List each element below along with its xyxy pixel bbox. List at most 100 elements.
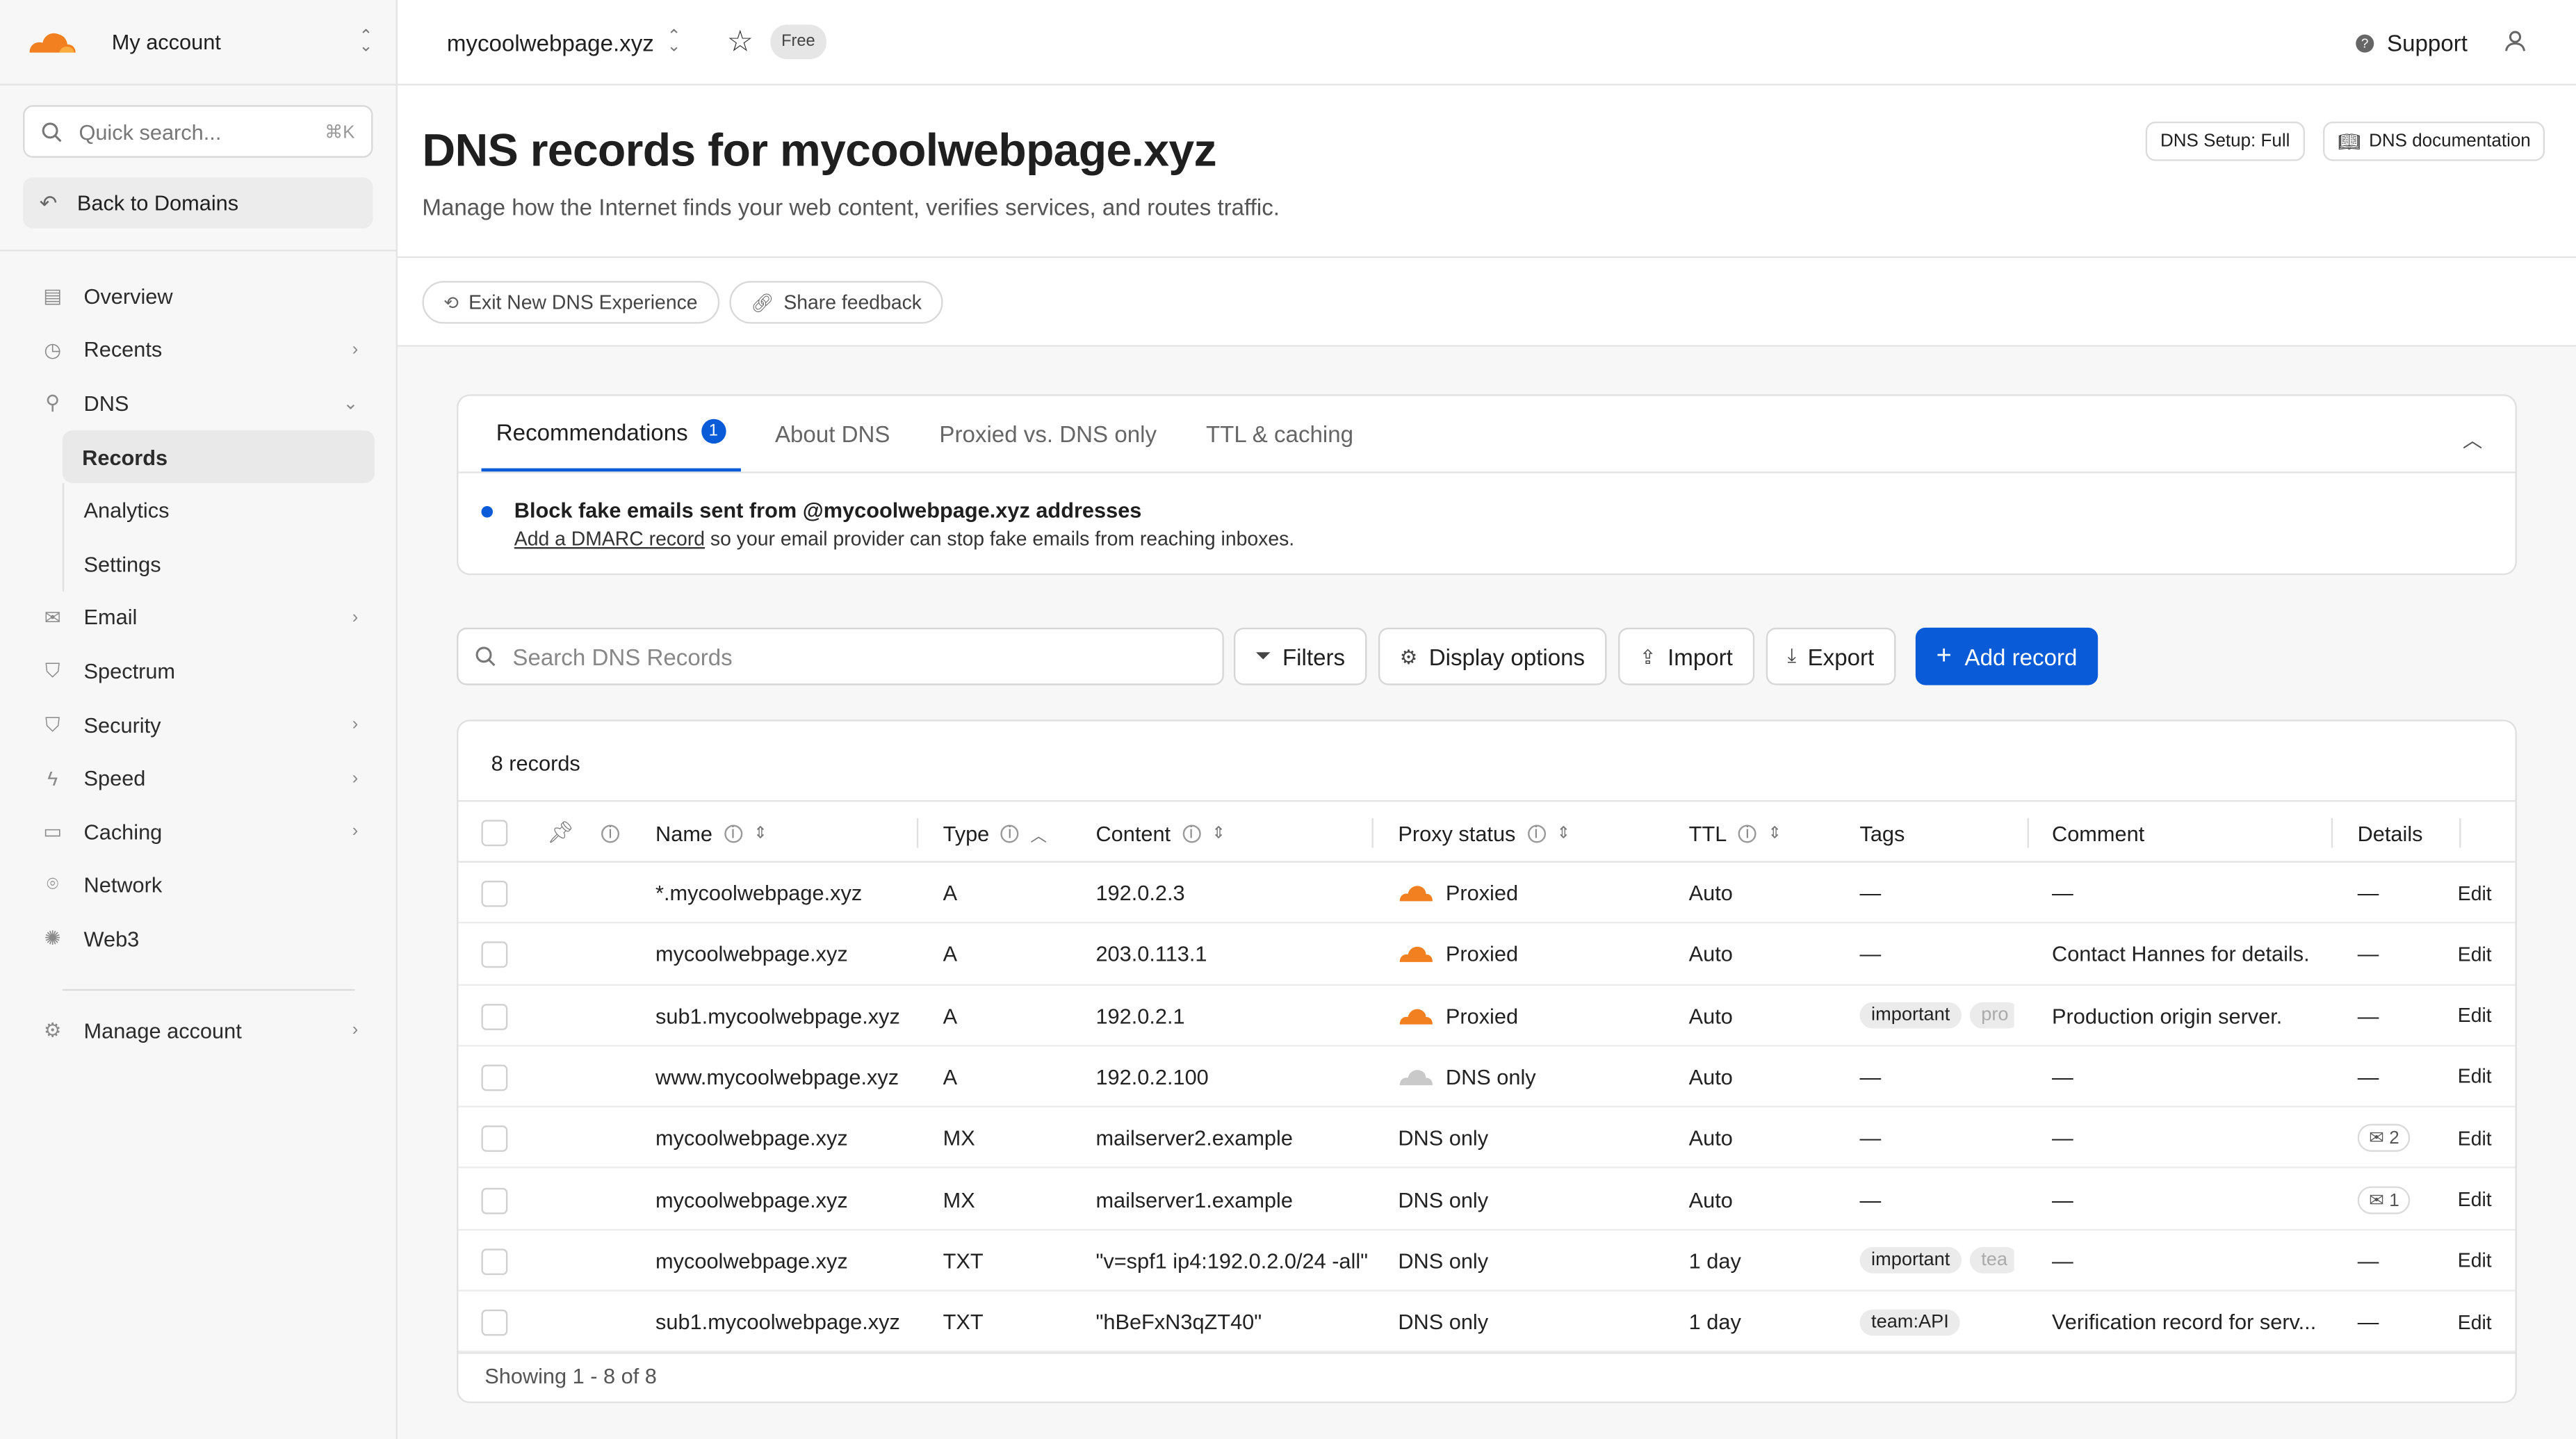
support-link[interactable]: ? Support [2356, 0, 2468, 86]
tag-chip[interactable]: important [1859, 1247, 1962, 1274]
sidebar-item-security[interactable]: ⛉ Security › [23, 698, 375, 751]
cloud-icon [1399, 886, 1433, 902]
chevron-right-icon: › [352, 608, 359, 628]
dns-search-input[interactable]: Search DNS Records [457, 627, 1224, 685]
table-row[interactable]: www.mycoolwebpage.xyz A 192.0.2.100 DNS onl… [458, 1046, 2516, 1108]
record-name: mycoolwebpage.xyz [655, 941, 848, 967]
tag-chip[interactable]: tea [1969, 1247, 2014, 1274]
row-checkbox[interactable] [481, 1309, 508, 1336]
add-record-button[interactable]: + Add record [1915, 627, 2098, 685]
info-icon[interactable]: i [601, 824, 620, 843]
sidebar-item-recents[interactable]: ◷ Recents › [23, 323, 375, 377]
gear-icon: ⚙ [1399, 644, 1418, 668]
record-tags: — [1859, 1107, 2014, 1168]
record-content: 192.0.2.1 [1095, 1003, 1185, 1028]
display-options-button[interactable]: ⚙ Display options [1378, 627, 1606, 685]
sidebar-item-caching[interactable]: ▭ Caching › [23, 805, 375, 859]
sidebar-item-speed[interactable]: ϟ Speed › [23, 751, 375, 805]
info-icon[interactable]: i [1182, 824, 1200, 843]
row-checkbox[interactable] [481, 1003, 508, 1030]
row-checkbox[interactable] [481, 1248, 508, 1275]
table-row[interactable]: *.mycoolwebpage.xyz A 192.0.2.3 Proxied Auto… [458, 863, 2516, 924]
sidebar-item-dns[interactable]: ⚲ DNS ⌄ [23, 377, 375, 430]
header-name[interactable]: Name i ⇕ [655, 802, 767, 864]
tab-ttl-caching[interactable]: TTL & caching [1191, 394, 1369, 471]
filters-button[interactable]: ⏷ Filters [1233, 627, 1367, 685]
record-name: sub1.mycoolwebpage.xyz [655, 1003, 900, 1028]
sort-icon[interactable]: ⇕ [1556, 824, 1570, 842]
user-icon[interactable] [2504, 30, 2527, 53]
chevron-updown-icon[interactable]: ⌃ ⌄ [667, 28, 681, 54]
table-row[interactable]: sub1.mycoolwebpage.xyz TXT "hBeFxN3qZT40" D… [458, 1292, 2516, 1353]
details-badge[interactable]: ✉︎ 2 [2357, 1124, 2411, 1153]
sidebar-item-overview[interactable]: ▤ Overview [23, 270, 375, 323]
export-button[interactable]: ⤓ Export [1766, 627, 1896, 685]
sort-ascending-icon[interactable]: ︿ [1030, 821, 1047, 845]
info-icon[interactable]: i [724, 824, 742, 843]
table-row[interactable]: mycoolwebpage.xyz MX mailserver2.example DN… [458, 1107, 2516, 1169]
back-to-domains-button[interactable]: ↶ Back to Domains [23, 177, 373, 229]
add-dmarc-link[interactable]: Add a DMARC record [514, 528, 705, 551]
info-icon[interactable]: i [1738, 824, 1756, 843]
row-checkbox[interactable] [481, 1064, 508, 1091]
edit-button[interactable]: Edit [2458, 1292, 2507, 1352]
sort-icon[interactable]: ⇕ [1768, 824, 1782, 842]
sidebar-item-label: Web3 [83, 926, 140, 952]
row-checkbox[interactable] [481, 1125, 508, 1153]
tag-chip[interactable]: important [1859, 1002, 1962, 1029]
row-checkbox[interactable] [481, 880, 508, 907]
quick-search-input[interactable]: Quick search... ⌘K [23, 105, 373, 158]
sidebar-item-analytics[interactable]: Analytics [62, 483, 375, 537]
record-details: — [2358, 1046, 2456, 1107]
row-checkbox[interactable] [481, 941, 508, 968]
details-badge[interactable]: ✉︎ 1 [2357, 1185, 2411, 1214]
info-icon[interactable]: i [1000, 824, 1019, 843]
sidebar-item-records[interactable]: Records [62, 430, 375, 484]
sidebar-item-email[interactable]: ✉ Email › [23, 591, 375, 644]
record-tags: — [1859, 1046, 2014, 1107]
import-button[interactable]: ⇪ Import [1618, 627, 1754, 685]
header-ttl[interactable]: TTL i ⇕ [1689, 802, 1782, 864]
tag-chip[interactable]: team:API [1859, 1308, 1961, 1335]
sort-icon[interactable]: ⇕ [1212, 824, 1225, 842]
edit-button[interactable]: Edit [2458, 863, 2507, 923]
table-row[interactable]: mycoolwebpage.xyz MX mailserver1.example DN… [458, 1169, 2516, 1230]
header-label: Details [2357, 820, 2423, 846]
tab-proxied-vs-dns-only[interactable]: Proxied vs. DNS only [924, 394, 1171, 471]
exit-new-dns-button[interactable]: ⟲ Exit New DNS Experience [422, 281, 719, 324]
header-type[interactable]: Type i ︿ [943, 802, 1047, 864]
sort-icon[interactable]: ⇕ [753, 824, 767, 842]
sidebar-item-manage-account[interactable]: ⚙ Manage account › [23, 1004, 375, 1057]
chevron-up-icon[interactable]: ︿ [2463, 425, 2482, 453]
table-row[interactable]: sub1.mycoolwebpage.xyz A 192.0.2.1 Proxied A… [458, 985, 2516, 1047]
sidebar-item-network[interactable]: ⌾ Network [23, 859, 375, 912]
domain-switcher[interactable]: mycoolwebpage.xyz [447, 29, 654, 55]
shield-icon: ⛉ [44, 658, 60, 682]
header-proxy-status[interactable]: Proxy status i ⇕ [1398, 802, 1570, 864]
table-row[interactable]: mycoolwebpage.xyz A 203.0.113.1 Proxied Auto… [458, 924, 2516, 986]
sidebar-item-spectrum[interactable]: ⛉ Spectrum [23, 644, 375, 698]
star-icon[interactable]: ☆ [727, 24, 753, 59]
dns-documentation-button[interactable]: 📖︎ DNS documentation [2322, 121, 2546, 161]
sidebar-item-settings[interactable]: Settings [62, 537, 375, 591]
edit-button[interactable]: Edit [2458, 985, 2507, 1046]
edit-button[interactable]: Edit [2458, 1107, 2507, 1168]
share-feedback-button[interactable]: 🔗︎ Share feedback [729, 281, 943, 324]
edit-button[interactable]: Edit [2458, 1046, 2507, 1107]
edit-button[interactable]: Edit [2458, 924, 2507, 984]
chevron-right-icon: › [352, 715, 359, 735]
edit-button[interactable]: Edit [2458, 1169, 2507, 1230]
tag-chip[interactable]: pro [1969, 1002, 2014, 1029]
account-switcher[interactable]: My account ⌃ ⌄ [0, 0, 396, 86]
header-content[interactable]: Content i ⇕ [1095, 802, 1225, 864]
table-row[interactable]: mycoolwebpage.xyz TXT "v=spf1 ip4:192.0.2.… [458, 1230, 2516, 1292]
sidebar-item-web3[interactable]: ✺ Web3 [23, 912, 375, 966]
edit-button[interactable]: Edit [2458, 1230, 2507, 1291]
tab-about-dns[interactable]: About DNS [760, 394, 905, 471]
select-all-checkbox[interactable] [481, 820, 508, 847]
info-icon[interactable]: i [1526, 824, 1545, 843]
pin-icon[interactable]: 📌︎ [547, 802, 574, 864]
tab-recommendations[interactable]: Recommendations 1 [481, 394, 741, 472]
row-checkbox[interactable] [481, 1187, 508, 1214]
dns-setup-chip[interactable]: DNS Setup: Full [2145, 121, 2305, 161]
